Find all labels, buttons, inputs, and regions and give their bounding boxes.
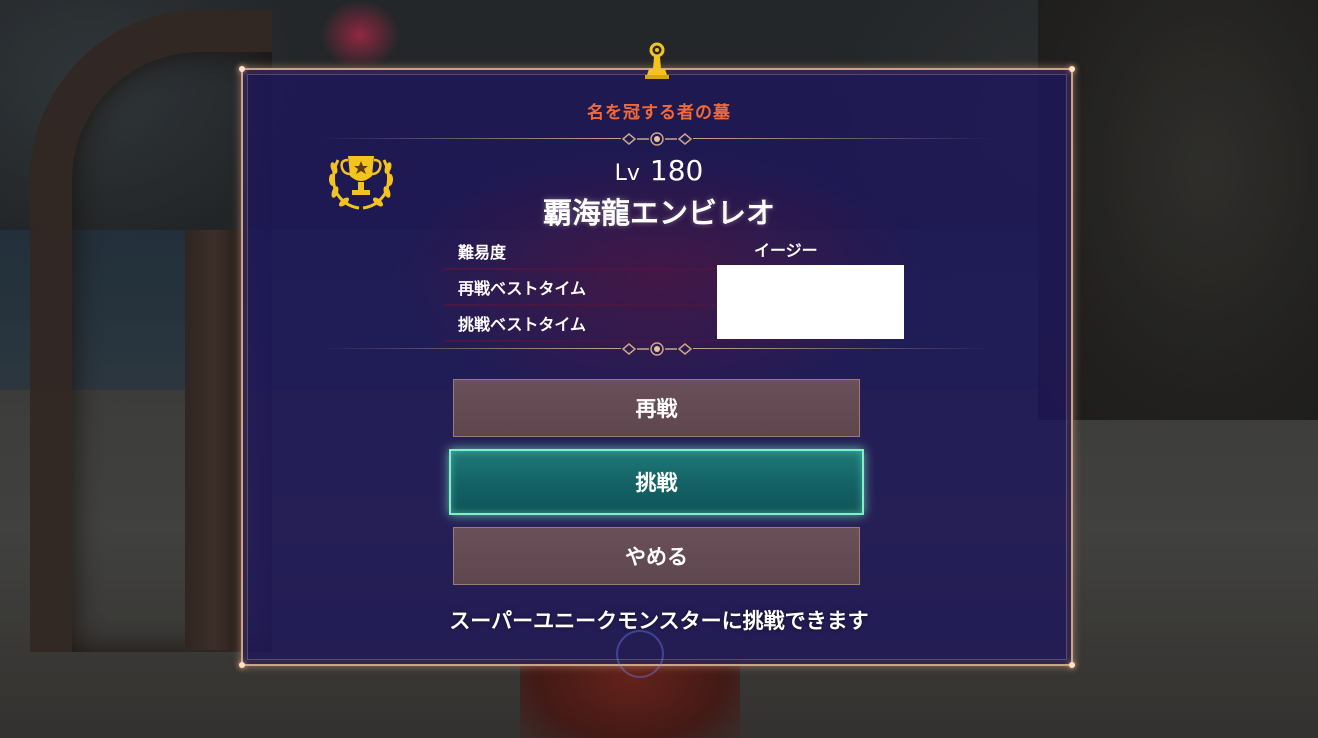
scene-ring [616,630,664,678]
ornament-icon [621,342,693,356]
corner-ornament [239,662,245,668]
stat-label: 挑戦ベストタイム [458,315,587,334]
stat-value: イージー [754,241,818,260]
gold-pawn-emblem-icon [643,42,671,86]
monster-level: Lv 180 [0,154,1318,187]
divider-line [693,348,993,349]
level-prefix: Lv [614,161,640,186]
rematch-button[interactable]: 再戦 [453,379,860,437]
level-value: 180 [649,154,704,187]
ornament-icon [621,132,693,146]
corner-ornament [239,66,245,72]
challenge-button[interactable]: 挑戦 [449,449,864,515]
divider [321,342,993,356]
corner-ornament [1069,662,1075,668]
dialog-title: 名を冠する者の墓 [587,103,731,123]
stat-label: 難易度 [458,243,507,262]
footer-message: スーパーユニークモンスターに挑戦できます [449,609,869,633]
monster-name: 覇海龍エンビレオ [542,196,775,230]
divider-line [693,138,993,139]
divider-line [321,348,621,349]
stat-label: 再戦ベストタイム [458,279,587,298]
divider-line [321,138,621,139]
quit-button[interactable]: やめる [453,527,860,585]
divider [321,132,993,146]
redacted-best-times [717,265,904,339]
corner-ornament [1069,66,1075,72]
